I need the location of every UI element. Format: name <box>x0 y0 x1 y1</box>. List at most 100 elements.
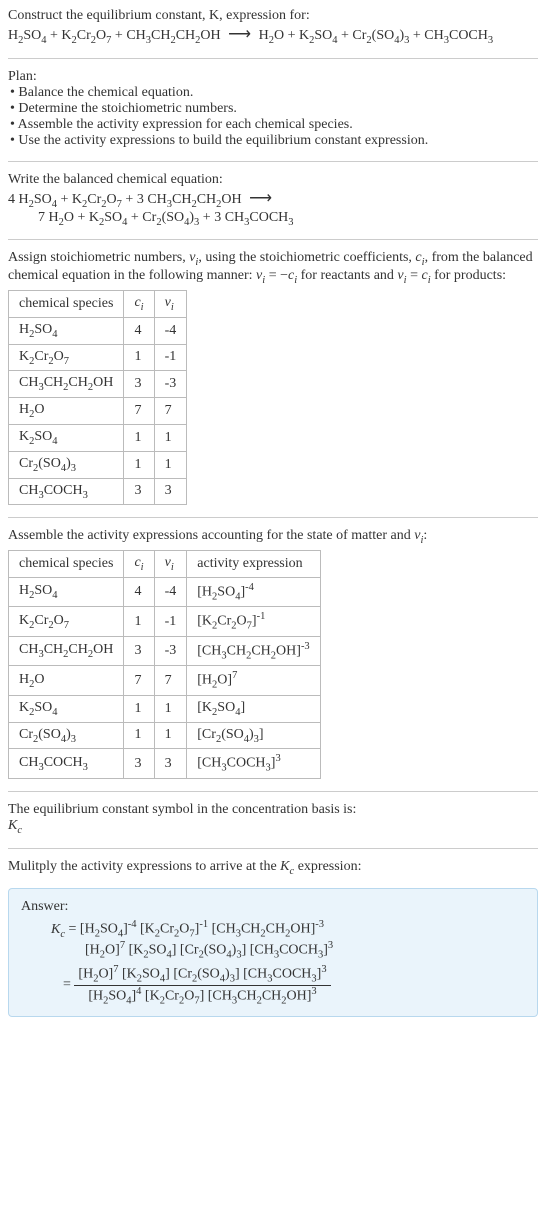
cell-activity: [H2O]7 <box>187 666 320 695</box>
answer-label: Answer: <box>21 899 525 915</box>
balanced-equation: 4 H2SO4 + K2Cr2O7 + 3 CH3CH2CH2OH ⟶ 7 H2… <box>8 188 538 228</box>
cell-ci: 7 <box>124 666 154 695</box>
plan-item: • Use the activity expressions to build … <box>10 133 538 149</box>
plan-item: • Assemble the activity expression for e… <box>10 117 538 133</box>
answer-box: Answer: Kc = [H2SO4]-4 [K2Cr2O7]-1 [CH3C… <box>8 888 538 1017</box>
col-vi: νi <box>154 551 187 578</box>
cell-ci: 3 <box>124 636 154 665</box>
symbol-kc: Kc <box>8 818 538 836</box>
answer-fraction-row: = [H2O]7 [K2SO4] [Cr2(SO4)3] [CH3COCH3]3… <box>63 964 525 1006</box>
balanced-rhs: 7 H2O + K2SO4 + Cr2(SO4)3 + 3 CH3COCH3 <box>38 210 294 225</box>
cell-vi: -1 <box>154 607 187 636</box>
intro-equation: H2SO4 + K2Cr2O7 + CH3CH2CH2OH ⟶ H2O + K2… <box>8 24 538 46</box>
table-header-row: chemical species ci νi <box>9 290 187 317</box>
intro-lhs: H2SO4 + K2Cr2O7 + CH3CH2CH2OH <box>8 28 221 43</box>
intro-line1: Construct the equilibrium constant, K, e… <box>8 8 538 24</box>
table-row: K2SO411 <box>9 424 187 451</box>
table-row: K2SO411[K2SO4] <box>9 695 321 722</box>
cell-ci: 1 <box>124 344 154 371</box>
table-row: K2Cr2O71-1[K2Cr2O7]-1 <box>9 607 321 636</box>
answer-denominator: [H2SO4]4 [K2Cr2O7] [CH3CH2CH2OH]3 <box>74 986 330 1006</box>
cell-ci: 4 <box>124 577 154 606</box>
cell-ci: 4 <box>124 317 154 344</box>
cell-ci: 1 <box>124 607 154 636</box>
symbol-line1: The equilibrium constant symbol in the c… <box>8 802 538 818</box>
cell-activity: [K2Cr2O7]-1 <box>187 607 320 636</box>
cell-vi: -3 <box>154 636 187 665</box>
cell-ci: 1 <box>124 695 154 722</box>
intro-block: Construct the equilibrium constant, K, e… <box>8 8 538 46</box>
cell-species: H2SO4 <box>9 317 124 344</box>
cell-ci: 7 <box>124 398 154 425</box>
activity-heading: Assemble the activity expressions accoun… <box>8 528 538 546</box>
cell-species: Cr2(SO4)3 <box>9 451 124 478</box>
table-row: Cr2(SO4)311 <box>9 451 187 478</box>
divider <box>8 161 538 162</box>
divider <box>8 58 538 59</box>
arrow-icon: ⟶ <box>245 190 276 207</box>
table-row: CH3COCH333 <box>9 478 187 505</box>
cell-species: K2SO4 <box>9 695 124 722</box>
divider <box>8 791 538 792</box>
table-row: CH3CH2CH2OH3-3[CH3CH2CH2OH]-3 <box>9 636 321 665</box>
intro-rhs: H2O + K2SO4 + Cr2(SO4)3 + CH3COCH3 <box>259 28 494 43</box>
stoich-table: chemical species ci νi H2SO44-4 K2Cr2O71… <box>8 290 187 505</box>
cell-species: CH3CH2CH2OH <box>9 636 124 665</box>
cell-vi: -1 <box>154 344 187 371</box>
cell-ci: 1 <box>124 451 154 478</box>
balanced-heading: Write the balanced chemical equation: <box>8 172 538 188</box>
divider <box>8 239 538 240</box>
answer-expression: Kc = [H2SO4]-4 [K2Cr2O7]-1 [CH3CH2CH2OH]… <box>51 919 525 1006</box>
divider <box>8 848 538 849</box>
multiply-block: Mulitply the activity expressions to arr… <box>8 859 538 877</box>
table-row: CH3CH2CH2OH3-3 <box>9 371 187 398</box>
cell-species: CH3COCH3 <box>9 478 124 505</box>
cell-activity: [Cr2(SO4)3] <box>187 722 320 749</box>
table-header-row: chemical species ci νi activity expressi… <box>9 551 321 578</box>
cell-species: CH3COCH3 <box>9 749 124 778</box>
table-row: K2Cr2O71-1 <box>9 344 187 371</box>
table-row: H2SO44-4[H2SO4]-4 <box>9 577 321 606</box>
plan-heading: Plan: <box>8 69 538 85</box>
answer-fraction: [H2O]7 [K2SO4] [Cr2(SO4)3] [CH3COCH3]3 [… <box>74 964 330 1006</box>
cell-ci: 1 <box>124 722 154 749</box>
col-species: chemical species <box>9 551 124 578</box>
cell-vi: -3 <box>154 371 187 398</box>
cell-vi: -4 <box>154 577 187 606</box>
plan-item: • Balance the chemical equation. <box>10 85 538 101</box>
table-row: Cr2(SO4)311[Cr2(SO4)3] <box>9 722 321 749</box>
cell-species: K2Cr2O7 <box>9 344 124 371</box>
stoich-block: Assign stoichiometric numbers, νi, using… <box>8 250 538 505</box>
activity-block: Assemble the activity expressions accoun… <box>8 528 538 778</box>
arrow-icon: ⟶ <box>224 26 255 43</box>
activity-table: chemical species ci νi activity expressi… <box>8 550 321 779</box>
cell-activity: [CH3CH2CH2OH]-3 <box>187 636 320 665</box>
plan-item: • Determine the stoichiometric numbers. <box>10 101 538 117</box>
col-species: chemical species <box>9 290 124 317</box>
table-row: H2O77[H2O]7 <box>9 666 321 695</box>
divider <box>8 517 538 518</box>
equals-sign: = <box>63 977 74 992</box>
cell-activity: [K2SO4] <box>187 695 320 722</box>
col-vi: νi <box>154 290 187 317</box>
symbol-block: The equilibrium constant symbol in the c… <box>8 802 538 836</box>
cell-vi: 1 <box>154 722 187 749</box>
stoich-text: Assign stoichiometric numbers, νi, using… <box>8 250 538 286</box>
table-row: H2O77 <box>9 398 187 425</box>
cell-vi: 1 <box>154 451 187 478</box>
plan-block: Plan: • Balance the chemical equation. •… <box>8 69 538 149</box>
cell-vi: -4 <box>154 317 187 344</box>
answer-numerator: [H2O]7 [K2SO4] [Cr2(SO4)3] [CH3COCH3]3 <box>74 964 330 985</box>
cell-vi: 3 <box>154 478 187 505</box>
cell-activity: [CH3COCH3]3 <box>187 749 320 778</box>
cell-activity: [H2SO4]-4 <box>187 577 320 606</box>
col-activity: activity expression <box>187 551 320 578</box>
cell-species: CH3CH2CH2OH <box>9 371 124 398</box>
cell-ci: 3 <box>124 371 154 398</box>
cell-ci: 3 <box>124 749 154 778</box>
cell-species: H2O <box>9 398 124 425</box>
cell-ci: 1 <box>124 424 154 451</box>
answer-line2: [H2O]7 [K2SO4] [Cr2(SO4)3] [CH3COCH3]3 <box>85 940 525 960</box>
cell-vi: 3 <box>154 749 187 778</box>
cell-species: K2SO4 <box>9 424 124 451</box>
